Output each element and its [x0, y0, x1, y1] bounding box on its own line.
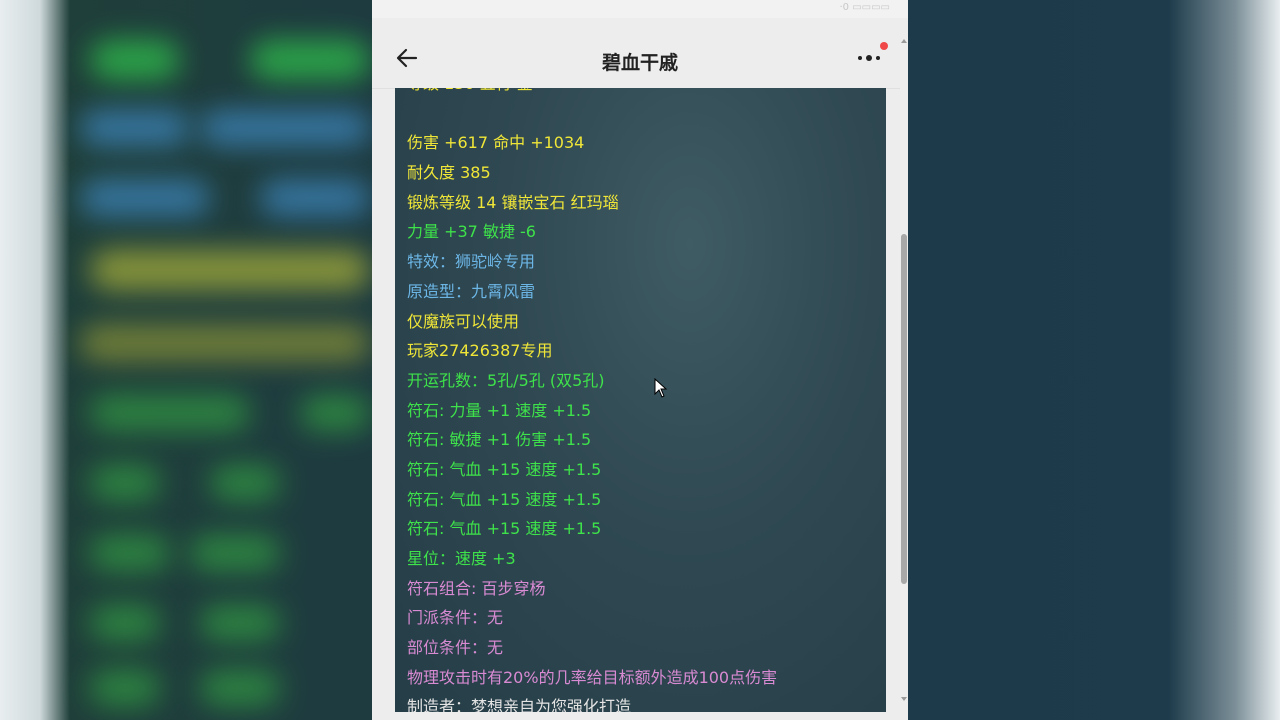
page-title: 碧血干戚 — [601, 53, 678, 74]
blur-blob — [80, 180, 210, 216]
item-attribute-line — [407, 99, 886, 129]
item-attribute-line: 符石: 气血 +15 速度 +1.5 — [407, 459, 602, 479]
watermark: ·0 ▭▭▭▭ — [839, 2, 890, 13]
blur-blob — [90, 465, 160, 501]
blur-blob — [190, 535, 280, 571]
scroll-up-arrow-icon[interactable] — [901, 39, 907, 43]
item-attribute-line: 符石: 气血 +15 速度 +1.5 — [407, 519, 602, 539]
item-attribute-line: 物理攻击时有20%的几率给目标额外造成100点伤害 — [407, 667, 778, 687]
blur-blob — [90, 40, 180, 80]
background-right-panel — [908, 0, 1280, 720]
item-attribute-line: 锻炼等级 14 镶嵌宝石 红玛瑙 — [407, 192, 619, 212]
item-attribute-line: 符石: 敏捷 +1 伤害 +1.5 — [407, 430, 592, 450]
item-attribute-line: 耐久度 385 — [407, 163, 491, 183]
blur-blob — [90, 605, 160, 641]
blur-blob — [90, 250, 370, 290]
notification-dot — [880, 42, 888, 50]
blur-blob — [260, 180, 370, 216]
blur-blob — [200, 110, 370, 146]
item-attribute-line: 符石组合: 百步穿杨 — [407, 578, 546, 598]
blur-blob — [200, 605, 280, 641]
scroll-down-arrow-icon[interactable] — [901, 697, 907, 701]
blur-blob — [90, 535, 170, 571]
blur-blob — [250, 40, 370, 80]
item-attribute-line: 星位：速度 +3 — [407, 549, 516, 568]
blur-blob — [80, 325, 370, 361]
item-attribute-line: 制造者：梦想亲自为您强化打造 — [407, 697, 632, 712]
blur-blob — [90, 395, 250, 431]
blur-blob — [210, 465, 280, 501]
item-attribute-line: 门派条件：无 — [407, 608, 504, 628]
item-attribute-line: 部位条件：无 — [407, 638, 504, 658]
app-header: 碧血干戚 — [372, 18, 908, 89]
scrollbar-thumb[interactable] — [901, 234, 907, 584]
item-attribute-line: 开运孔数：5孔/5孔 (双5孔) — [407, 370, 605, 390]
item-attribute-line: 符石: 气血 +15 速度 +1.5 — [407, 489, 602, 509]
item-attribute-line: 伤害 +617 命中 +1034 — [407, 133, 585, 153]
phone-screen: ·0 ▭▭▭▭ 碧血干戚 等级 130 五行 金伤害 +617 命中 +1034… — [372, 0, 908, 720]
item-attribute-line: 仅魔族可以使用 — [407, 311, 520, 331]
item-detail-panel: 等级 130 五行 金伤害 +617 命中 +1034 耐久度 385 锻炼等级 1… — [395, 88, 886, 712]
item-attribute-line: 原造型：九霄风雷 — [407, 281, 536, 301]
blur-blob — [300, 395, 370, 431]
item-attribute-line: 等级 130 五行 金 — [407, 88, 886, 99]
blur-blob — [90, 670, 160, 706]
item-attribute-line: 玩家27426387专用 — [407, 341, 553, 361]
blur-blob — [80, 110, 190, 146]
blur-blob — [200, 670, 280, 706]
background-left-panel — [0, 0, 372, 720]
item-attributes-list: 等级 130 五行 金伤害 +617 命中 +1034 耐久度 385 锻炼等级 1… — [407, 88, 886, 712]
item-attribute-line: 特效：狮驼岭专用 — [407, 252, 536, 272]
more-dots-icon[interactable] — [856, 51, 882, 65]
item-attribute-line: 力量 +37 敏捷 -6 — [407, 222, 536, 242]
mouse-pointer-icon — [654, 378, 668, 398]
status-bar: ·0 ▭▭▭▭ — [372, 0, 908, 18]
item-attribute-line: 符石: 力量 +1 速度 +1.5 — [407, 400, 592, 420]
